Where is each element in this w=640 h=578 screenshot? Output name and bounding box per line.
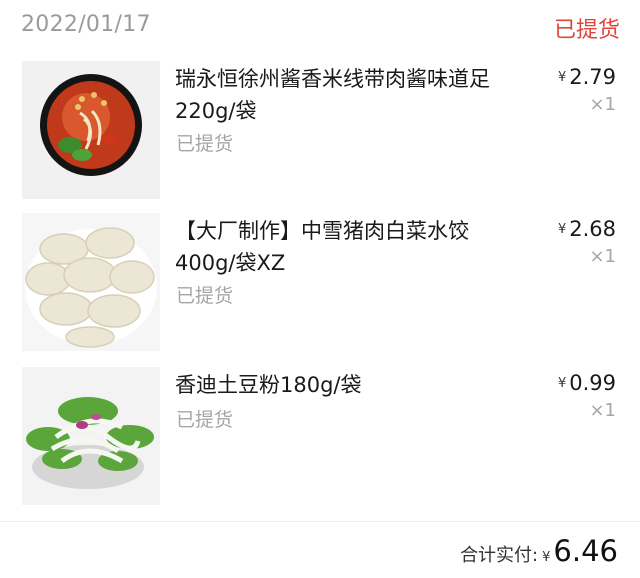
currency-symbol: ¥ (542, 550, 551, 565)
price-value: 2.79 (569, 65, 616, 89)
currency-symbol: ¥ (557, 70, 567, 85)
product-image-noodles[interactable] (22, 61, 160, 199)
order-date: 2022/01/17 (21, 12, 151, 37)
item-status: 已提货 (176, 285, 234, 307)
product-image-dumplings[interactable] (22, 213, 160, 351)
item-quantity: ×1 (589, 246, 616, 267)
item-quantity: ×1 (589, 400, 616, 421)
total-value: 6.46 (553, 534, 618, 568)
price-value: 2.68 (569, 217, 616, 241)
product-title[interactable]: 香迪土豆粉180g/袋 (175, 369, 515, 401)
currency-symbol: ¥ (557, 376, 567, 391)
product-title[interactable]: 瑞永恒徐州酱香米线带肉酱味道足220g/袋 (175, 63, 515, 127)
item-price: ¥0.99 (558, 371, 616, 395)
price-value: 0.99 (569, 371, 616, 395)
product-image-potato-noodles[interactable] (22, 367, 160, 505)
currency-symbol: ¥ (557, 222, 567, 237)
item-status: 已提货 (176, 409, 234, 431)
divider (0, 521, 640, 522)
product-title[interactable]: 【大厂制作】中雪猪肉白菜水饺400g/袋XZ (175, 215, 515, 279)
item-price: ¥2.68 (558, 217, 616, 241)
item-quantity: ×1 (589, 94, 616, 115)
item-price: ¥2.79 (558, 65, 616, 89)
order-total: 合计实付: ¥ 6.46 (460, 534, 618, 568)
order-header: 2022/01/17 已提货 (0, 0, 640, 52)
order-item-2[interactable]: 【大厂制作】中雪猪肉白菜水饺400g/袋XZ 已提货 ¥2.68 ×1 (0, 213, 640, 358)
order-item-3[interactable]: 香迪土豆粉180g/袋 已提货 ¥0.99 ×1 (0, 367, 640, 512)
item-status: 已提货 (176, 133, 234, 155)
total-label: 合计实付: (460, 545, 539, 566)
order-item-1[interactable]: 瑞永恒徐州酱香米线带肉酱味道足220g/袋 已提货 ¥2.79 ×1 (0, 61, 640, 206)
order-status: 已提货 (553, 18, 620, 43)
